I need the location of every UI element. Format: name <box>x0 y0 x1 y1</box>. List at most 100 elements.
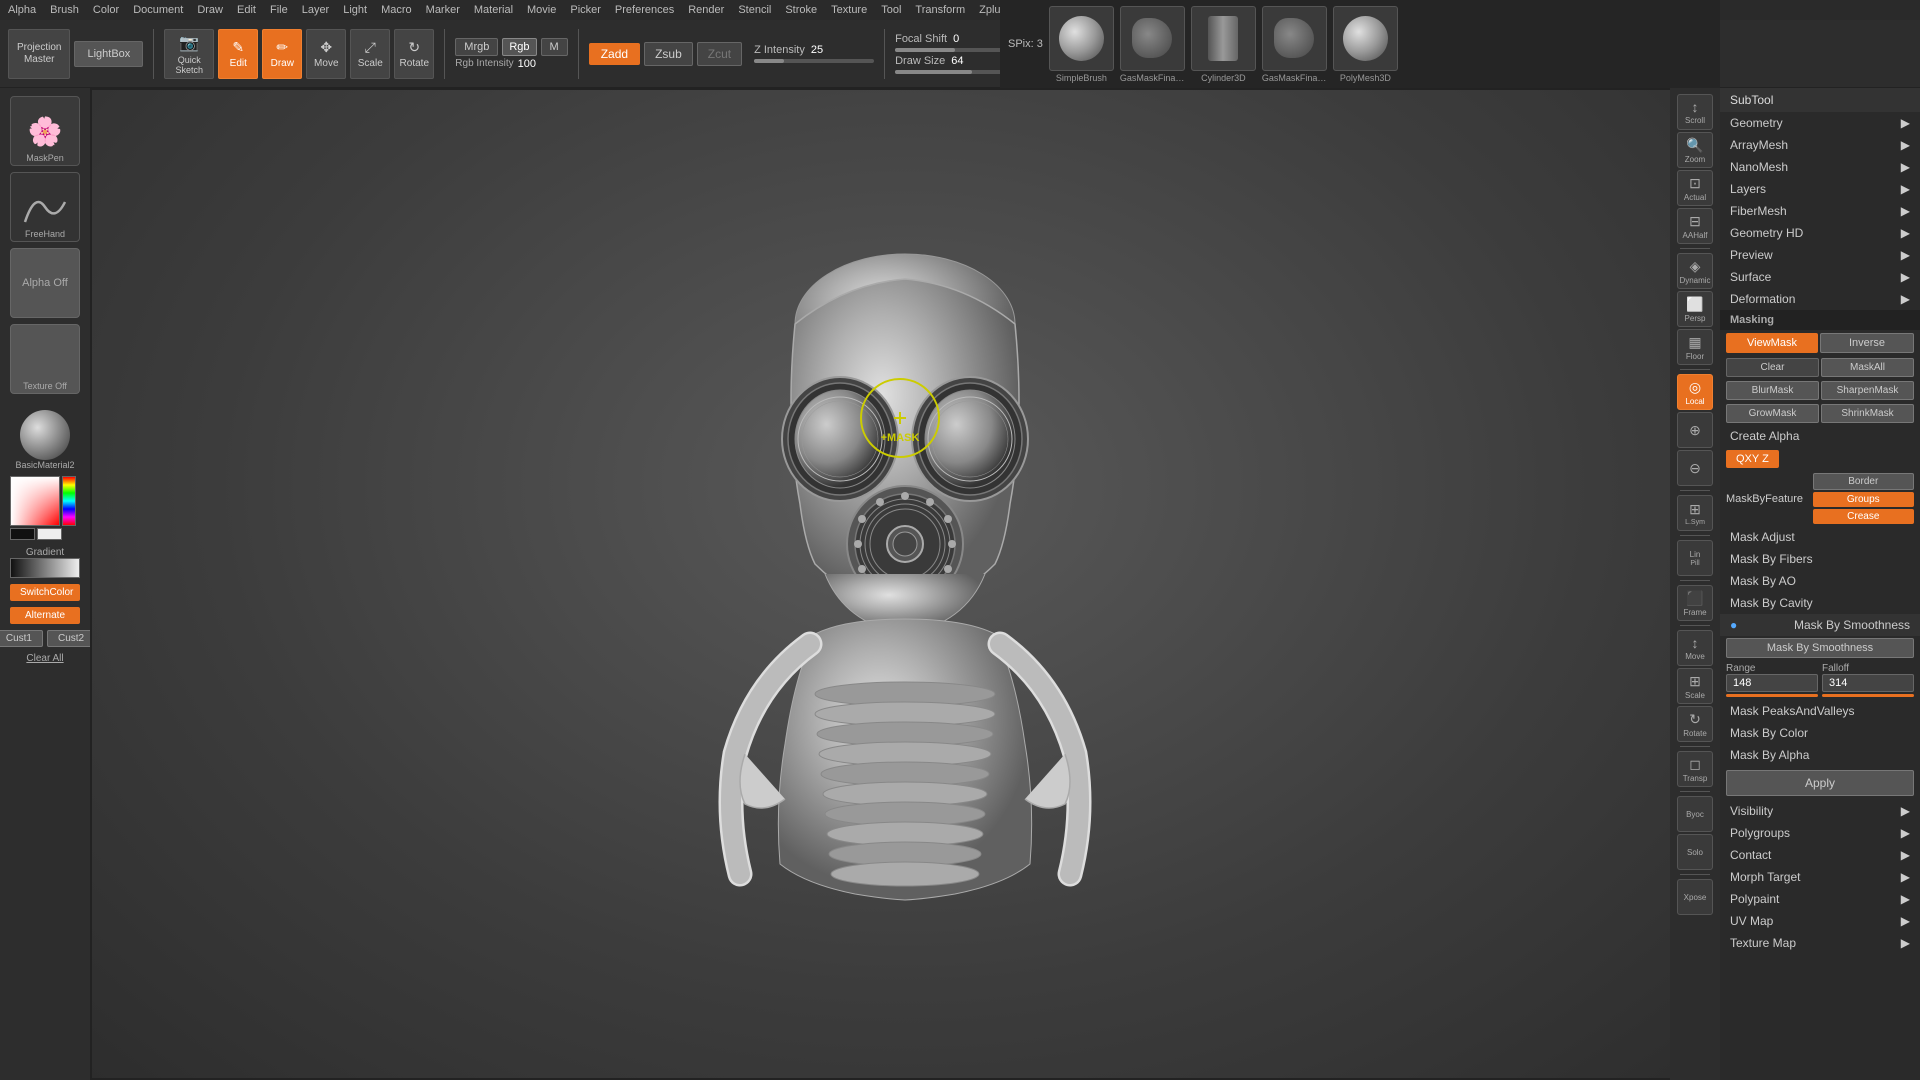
panel-arraymesh[interactable]: ArrayMesh ▶ <box>1720 134 1920 156</box>
shrinkmask-button[interactable]: ShrinkMask <box>1821 404 1914 423</box>
tool-xpose[interactable]: Xpose <box>1677 879 1713 915</box>
viewmask-button[interactable]: ViewMask <box>1726 333 1818 353</box>
menu-transform[interactable]: Transform <box>915 4 965 16</box>
thumb-box-polymesh[interactable] <box>1333 6 1398 71</box>
falloff-value[interactable]: 314 <box>1822 674 1914 692</box>
panel-polypaint[interactable]: Polypaint ▶ <box>1720 888 1920 910</box>
color-square[interactable] <box>10 476 60 526</box>
tool-aahalf[interactable]: ⊟ AAHalf <box>1677 208 1713 244</box>
tool-move[interactable]: ↕ Move <box>1677 630 1713 666</box>
subtool-header[interactable]: SubTool <box>1720 88 1920 112</box>
create-alpha-item[interactable]: Create Alpha <box>1720 425 1920 447</box>
menu-picker[interactable]: Picker <box>570 4 601 16</box>
thumb-box-gasmask1[interactable] <box>1120 6 1185 71</box>
projection-master-button[interactable]: Projection Master <box>8 29 70 79</box>
zadd-button[interactable]: Zadd <box>589 43 640 65</box>
thumb-box-cylinder[interactable] <box>1191 6 1256 71</box>
edit-button[interactable]: ✎ Edit <box>218 29 258 79</box>
black-swatch[interactable] <box>10 528 35 540</box>
panel-layers[interactable]: Layers ▶ <box>1720 178 1920 200</box>
tool-scale[interactable]: ⊞ Scale <box>1677 668 1713 704</box>
clear-all-button[interactable]: Clear All <box>26 653 63 664</box>
menu-render[interactable]: Render <box>688 4 724 16</box>
blurmask-button[interactable]: BlurMask <box>1726 381 1819 400</box>
clear-button[interactable]: Clear <box>1726 358 1819 377</box>
panel-geometry[interactable]: Geometry ▶ <box>1720 112 1920 134</box>
m-button[interactable]: M <box>541 38 568 56</box>
menu-alpha[interactable]: Alpha <box>8 4 36 16</box>
mask-by-smoothness-button[interactable]: Mask By Smoothness <box>1726 638 1914 658</box>
menu-marker[interactable]: Marker <box>426 4 460 16</box>
growmask-button[interactable]: GrowMask <box>1726 404 1819 423</box>
thumbnail-cylinder[interactable]: Cylinder3D <box>1191 6 1256 83</box>
gradient-bar[interactable] <box>10 558 80 578</box>
mask-by-cavity-item[interactable]: Mask By Cavity <box>1720 592 1920 614</box>
thumbnail-simplebrush[interactable]: SimpleBrush <box>1049 6 1114 83</box>
tool-zoom3[interactable]: ⊖ <box>1677 450 1713 486</box>
menu-macro[interactable]: Macro <box>381 4 412 16</box>
color-hue-bar[interactable] <box>62 476 76 526</box>
tool-lisym[interactable]: ⊞ L.Sym <box>1677 495 1713 531</box>
alpha-preview[interactable]: Alpha Off <box>10 248 80 318</box>
menu-document[interactable]: Document <box>133 4 183 16</box>
panel-nanomesh[interactable]: NanoMesh ▶ <box>1720 156 1920 178</box>
range-slider[interactable] <box>1726 694 1818 697</box>
panel-polygroups[interactable]: Polygroups ▶ <box>1720 822 1920 844</box>
alternate-button[interactable]: Alternate <box>10 607 80 624</box>
panel-surface[interactable]: Surface ▶ <box>1720 266 1920 288</box>
rotate-button[interactable]: ↻ Rotate <box>394 29 434 79</box>
menu-light[interactable]: Light <box>343 4 367 16</box>
menu-stroke[interactable]: Stroke <box>785 4 817 16</box>
tool-floor[interactable]: ▦ Floor <box>1677 329 1713 365</box>
menu-tool[interactable]: Tool <box>881 4 901 16</box>
panel-preview[interactable]: Preview ▶ <box>1720 244 1920 266</box>
menu-edit[interactable]: Edit <box>237 4 256 16</box>
maskall-button[interactable]: MaskAll <box>1821 358 1914 377</box>
menu-file[interactable]: File <box>270 4 288 16</box>
panel-morph-target[interactable]: Morph Target ▶ <box>1720 866 1920 888</box>
sharpenmask-button[interactable]: SharpenMask <box>1821 381 1914 400</box>
mask-peaks-valleys-item[interactable]: Mask PeaksAndValleys <box>1720 700 1920 722</box>
mask-by-smoothness-item[interactable]: ● Mask By Smoothness <box>1720 614 1920 636</box>
panel-geometryhd[interactable]: Geometry HD ▶ <box>1720 222 1920 244</box>
viewport[interactable]: +MASK <box>90 88 1720 1080</box>
color-picker[interactable] <box>10 476 80 541</box>
panel-fibermesh[interactable]: FiberMesh ▶ <box>1720 200 1920 222</box>
rgb-select[interactable]: Rgb <box>502 38 536 56</box>
cust2-button[interactable]: Cust2 <box>47 630 90 647</box>
border-button[interactable]: Border <box>1813 473 1914 490</box>
menu-color[interactable]: Color <box>93 4 119 16</box>
inverse-button[interactable]: Inverse <box>1820 333 1914 353</box>
z-intensity-slider[interactable] <box>754 59 874 63</box>
cust1-button[interactable]: Cust1 <box>0 630 43 647</box>
menu-stencil[interactable]: Stencil <box>738 4 771 16</box>
panel-deformation[interactable]: Deformation ▶ <box>1720 288 1920 310</box>
tool-zoom2[interactable]: ⊕ <box>1677 412 1713 448</box>
mask-by-color-item[interactable]: Mask By Color <box>1720 722 1920 744</box>
menu-movie[interactable]: Movie <box>527 4 556 16</box>
tool-local[interactable]: ◎ Local <box>1677 374 1713 410</box>
panel-texture-map[interactable]: Texture Map ▶ <box>1720 932 1920 954</box>
thumbnail-gasmask2[interactable]: GasMaskFinalTO2BRi <box>1262 6 1327 83</box>
apply-button[interactable]: Apply <box>1726 770 1914 796</box>
scale-button[interactable]: ⤢ Scale <box>350 29 390 79</box>
menu-layer[interactable]: Layer <box>302 4 330 16</box>
thumbnail-gasmask1[interactable]: GasMaskFinalTO2BRi <box>1120 6 1185 83</box>
mask-by-alpha-item[interactable]: Mask By Alpha <box>1720 744 1920 766</box>
menu-brush[interactable]: Brush <box>50 4 79 16</box>
mask-by-ao-item[interactable]: Mask By AO <box>1720 570 1920 592</box>
brush-preview-2[interactable]: FreeHand <box>10 172 80 242</box>
tool-byoc[interactable]: Byoc <box>1677 796 1713 832</box>
quick-sketch-button[interactable]: 📷 QuickSketch <box>164 29 214 79</box>
tool-solo[interactable]: Solo <box>1677 834 1713 870</box>
thumb-box-simplebrush[interactable] <box>1049 6 1114 71</box>
menu-preferences[interactable]: Preferences <box>615 4 674 16</box>
xyz-button[interactable]: QXY Z <box>1726 450 1779 468</box>
mrgb-button[interactable]: Mrgb <box>455 38 498 56</box>
focal-shift-slider[interactable] <box>895 48 1015 52</box>
tool-persp[interactable]: ⬜ Persp <box>1677 291 1713 327</box>
tool-rotate[interactable]: ↻ Rotate <box>1677 706 1713 742</box>
zcut-button[interactable]: Zcut <box>697 42 742 66</box>
thumbnail-polymesh[interactable]: PolyMesh3D <box>1333 6 1398 83</box>
tool-dynamic[interactable]: ◈ Dynamic <box>1677 253 1713 289</box>
